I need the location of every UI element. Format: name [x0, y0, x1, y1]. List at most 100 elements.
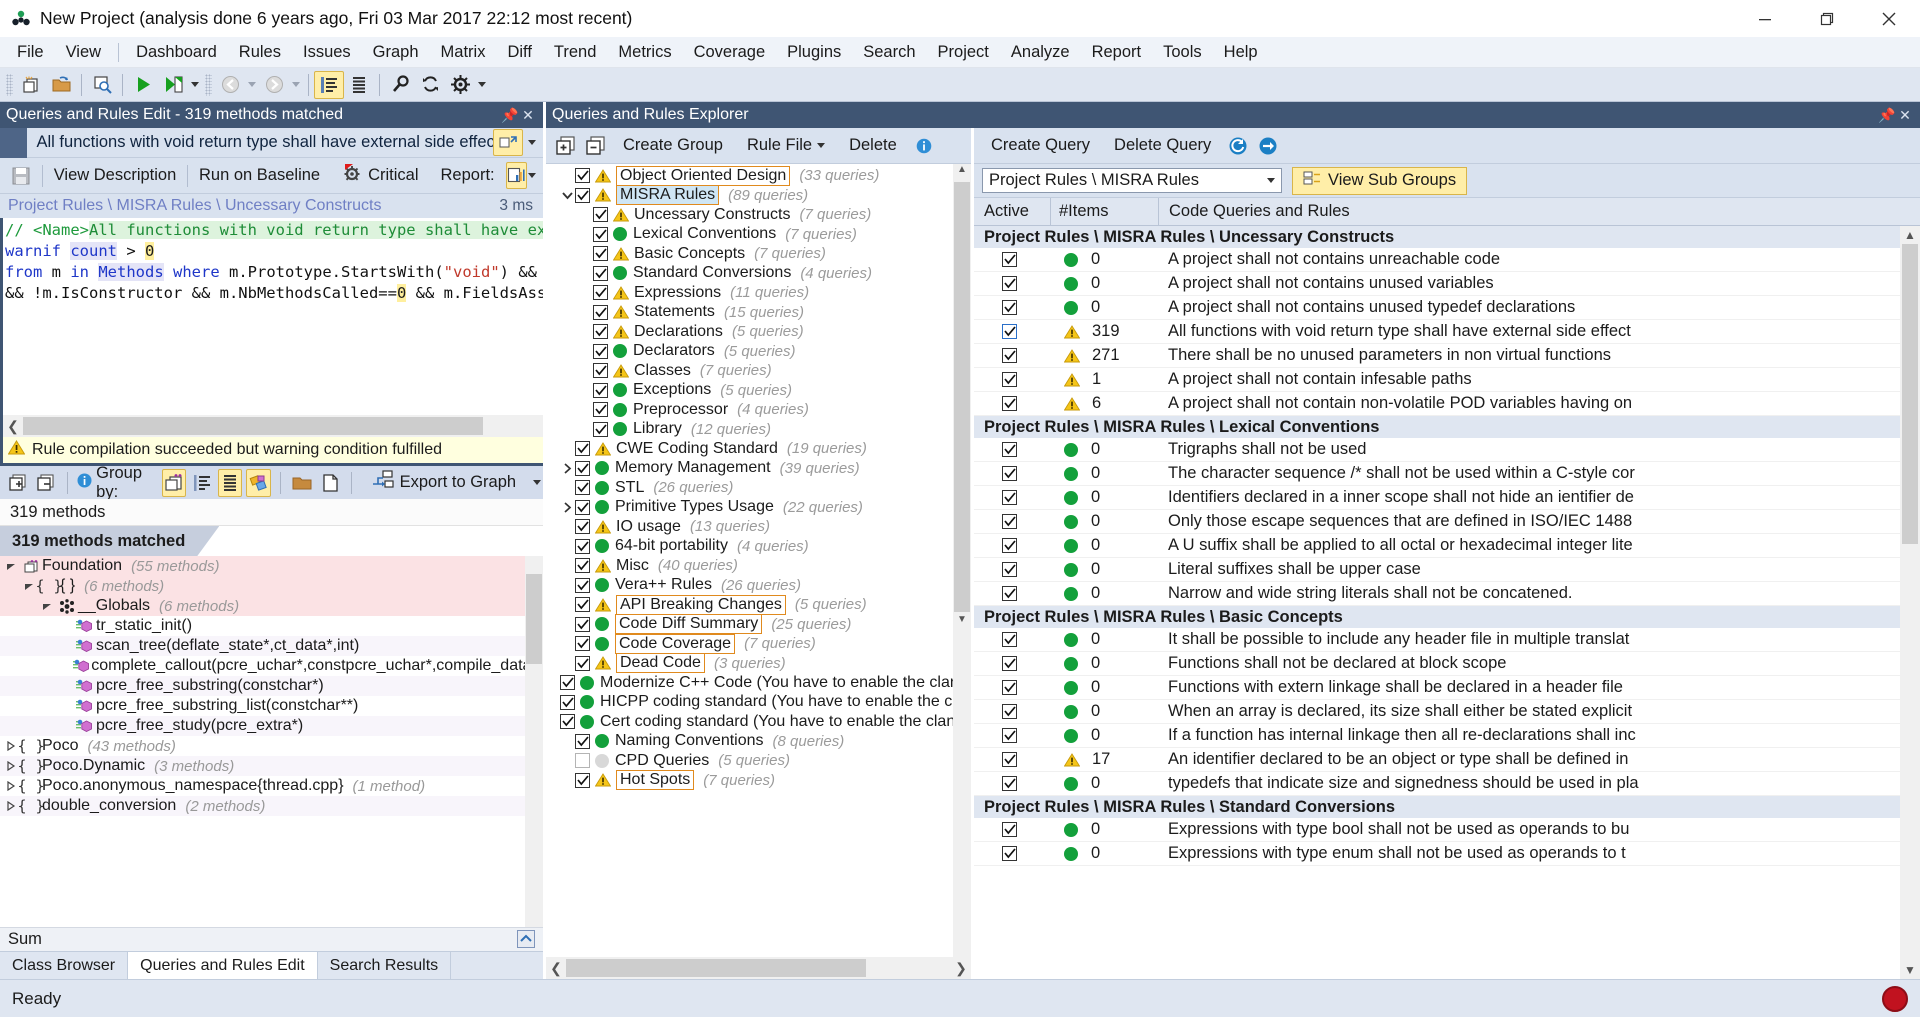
column-header-rules[interactable]: Code Queries and Rules — [1158, 197, 1920, 226]
row-checkbox[interactable] — [575, 460, 590, 476]
row-checkbox[interactable] — [1002, 348, 1017, 363]
expand-all-icon[interactable] — [552, 132, 580, 160]
rules-tree[interactable]: Object Oriented Design (33 queries) MISRA … — [546, 164, 971, 957]
create-group-button[interactable]: Create Group — [612, 131, 734, 161]
rules-tree-row[interactable]: API Breaking Changes (5 queries) — [546, 594, 971, 615]
table-row[interactable]: 0 Expressions with type enum shall not be… — [974, 842, 1900, 866]
menu-rules[interactable]: Rules — [228, 39, 292, 66]
maximize-button[interactable] — [1796, 0, 1858, 37]
menu-metrics[interactable]: Metrics — [607, 39, 682, 66]
rules-tree-row[interactable]: Classes (7 queries) — [546, 361, 971, 381]
table-row[interactable]: 319 All functions with void return type s… — [974, 320, 1900, 344]
code-horizontal-scrollbar[interactable]: ❮ — [0, 415, 543, 437]
view-description-button[interactable]: View Description — [43, 159, 188, 193]
rules-tree-vertical-scrollbar[interactable]: ▲ ▼ — [953, 164, 971, 957]
group-by-project-icon[interactable] — [161, 468, 187, 497]
menu-project[interactable]: Project — [927, 39, 1000, 66]
rules-tree-row[interactable]: Modernize C++ Code (You have to enable t… — [546, 673, 971, 693]
tab-search-results[interactable]: Search Results — [318, 952, 452, 979]
row-checkbox[interactable] — [593, 402, 608, 418]
rules-tree-row[interactable]: STL (26 queries) — [546, 478, 971, 498]
tab-class-browser[interactable]: Class Browser — [0, 952, 129, 979]
method-tree-row[interactable]: pcre_free_substring(constchar*) — [0, 676, 543, 696]
report-overflow-caret-icon[interactable] — [527, 162, 537, 190]
rules-scroll-left-icon[interactable]: ❮ — [546, 960, 566, 977]
row-checkbox[interactable] — [560, 714, 575, 730]
row-checkbox[interactable] — [1002, 752, 1017, 767]
menu-analyze[interactable]: Analyze — [1000, 39, 1081, 66]
minimize-button[interactable] — [1734, 0, 1796, 37]
menu-trend[interactable]: Trend — [543, 39, 608, 66]
vscroll-down-icon[interactable]: ▼ — [1904, 961, 1916, 979]
report-button[interactable]: Report: — [430, 159, 506, 193]
left-panel-pin-button[interactable]: 📌 — [501, 107, 519, 124]
active-cell[interactable] — [974, 752, 1050, 767]
active-cell[interactable] — [974, 252, 1050, 267]
rules-tree-row[interactable]: Memory Management (39 queries) — [546, 459, 971, 479]
menu-matrix[interactable]: Matrix — [430, 39, 497, 66]
chevron-right-icon[interactable] — [560, 502, 575, 513]
column-header-active[interactable]: Active — [974, 202, 1050, 221]
active-cell[interactable] — [974, 656, 1050, 671]
active-cell[interactable] — [974, 466, 1050, 481]
row-checkbox[interactable] — [1002, 372, 1017, 387]
method-tree-row[interactable]: pcre_free_study(pcre_extra*) — [0, 716, 543, 736]
method-tree-row[interactable]: Foundation (55 methods) — [0, 556, 543, 576]
export-to-graph-button[interactable]: Export to Graph — [361, 466, 527, 500]
chevron-right-icon[interactable] — [560, 463, 575, 474]
rules-tree-row[interactable]: CPD Queries (5 queries) — [546, 751, 971, 771]
method-tree-row[interactable]: pcre_free_substring_list(constchar**) — [0, 696, 543, 716]
left-bottom-tabs[interactable]: Class Browser Queries and Rules Edit Searc… — [0, 951, 543, 979]
row-checkbox[interactable] — [1002, 846, 1017, 861]
close-button[interactable] — [1858, 0, 1920, 37]
row-checkbox[interactable] — [1002, 562, 1017, 577]
expand-all-icon[interactable] — [6, 469, 30, 497]
table-row[interactable]: 1 A project shall not contain infesable p… — [974, 368, 1900, 392]
row-checkbox[interactable] — [593, 382, 608, 398]
menu-graph[interactable]: Graph — [362, 39, 430, 66]
row-checkbox[interactable] — [1002, 586, 1017, 601]
row-checkbox[interactable] — [593, 304, 608, 320]
row-checkbox[interactable] — [593, 226, 608, 242]
rules-tree-row[interactable]: 64-bit portability (4 queries) — [546, 537, 971, 557]
rule-bar-caret-icon[interactable] — [525, 129, 539, 157]
refresh-icon[interactable] — [415, 71, 445, 99]
row-checkbox[interactable] — [575, 753, 590, 769]
row-checkbox[interactable] — [1002, 632, 1017, 647]
row-checkbox[interactable] — [1002, 396, 1017, 411]
row-checkbox[interactable] — [575, 558, 590, 574]
active-cell[interactable] — [974, 586, 1050, 601]
rules-tree-row[interactable]: Library (12 queries) — [546, 420, 971, 440]
run-analysis-icon[interactable] — [128, 71, 158, 99]
row-checkbox[interactable] — [1002, 776, 1017, 791]
breadcrumb-path[interactable]: Project Rules \ MISRA Rules \ Uncessary … — [8, 197, 381, 215]
row-checkbox[interactable] — [575, 733, 590, 749]
table-row[interactable]: 0 A project shall not contains unused var… — [974, 272, 1900, 296]
method-tree-row[interactable]: __Globals (6 methods) — [0, 596, 543, 616]
rules-tree-row[interactable]: MISRA Rules (89 queries) — [546, 185, 971, 206]
menu-plugins[interactable]: Plugins — [776, 39, 852, 66]
method-tree-row[interactable]: { } Poco.anonymous_namespace{thread.cpp} (… — [0, 776, 543, 796]
navigate-forward-icon[interactable] — [259, 71, 289, 99]
expander-open-icon[interactable] — [6, 561, 20, 571]
run-and-report-icon[interactable] — [158, 71, 188, 99]
right-panel-close-button[interactable]: ✕ — [1896, 107, 1914, 124]
left-panel-close-button[interactable]: ✕ — [519, 107, 537, 124]
collapse-all-icon[interactable] — [34, 469, 58, 497]
active-cell[interactable] — [974, 632, 1050, 647]
menu-search[interactable]: Search — [852, 39, 926, 66]
active-cell[interactable] — [974, 728, 1050, 743]
table-row[interactable]: 271 There shall be no unused parameters i… — [974, 344, 1900, 368]
row-checkbox[interactable] — [560, 675, 575, 691]
rules-tree-row[interactable]: Declarators (5 queries) — [546, 342, 971, 362]
collapse-sum-icon[interactable] — [517, 930, 535, 953]
column-header-items[interactable]: #Items — [1050, 197, 1158, 226]
table-row[interactable]: 0 Functions with extern linkage shall be … — [974, 676, 1900, 700]
row-checkbox[interactable] — [575, 577, 590, 593]
active-cell[interactable] — [974, 372, 1050, 387]
method-tree-scroll-thumb[interactable] — [526, 574, 542, 664]
active-cell[interactable] — [974, 776, 1050, 791]
rules-tree-row[interactable]: Cert coding standard (You have to enable… — [546, 712, 971, 732]
table-row[interactable]: 0 The character sequence /* shall not be … — [974, 462, 1900, 486]
row-checkbox[interactable] — [593, 207, 608, 223]
